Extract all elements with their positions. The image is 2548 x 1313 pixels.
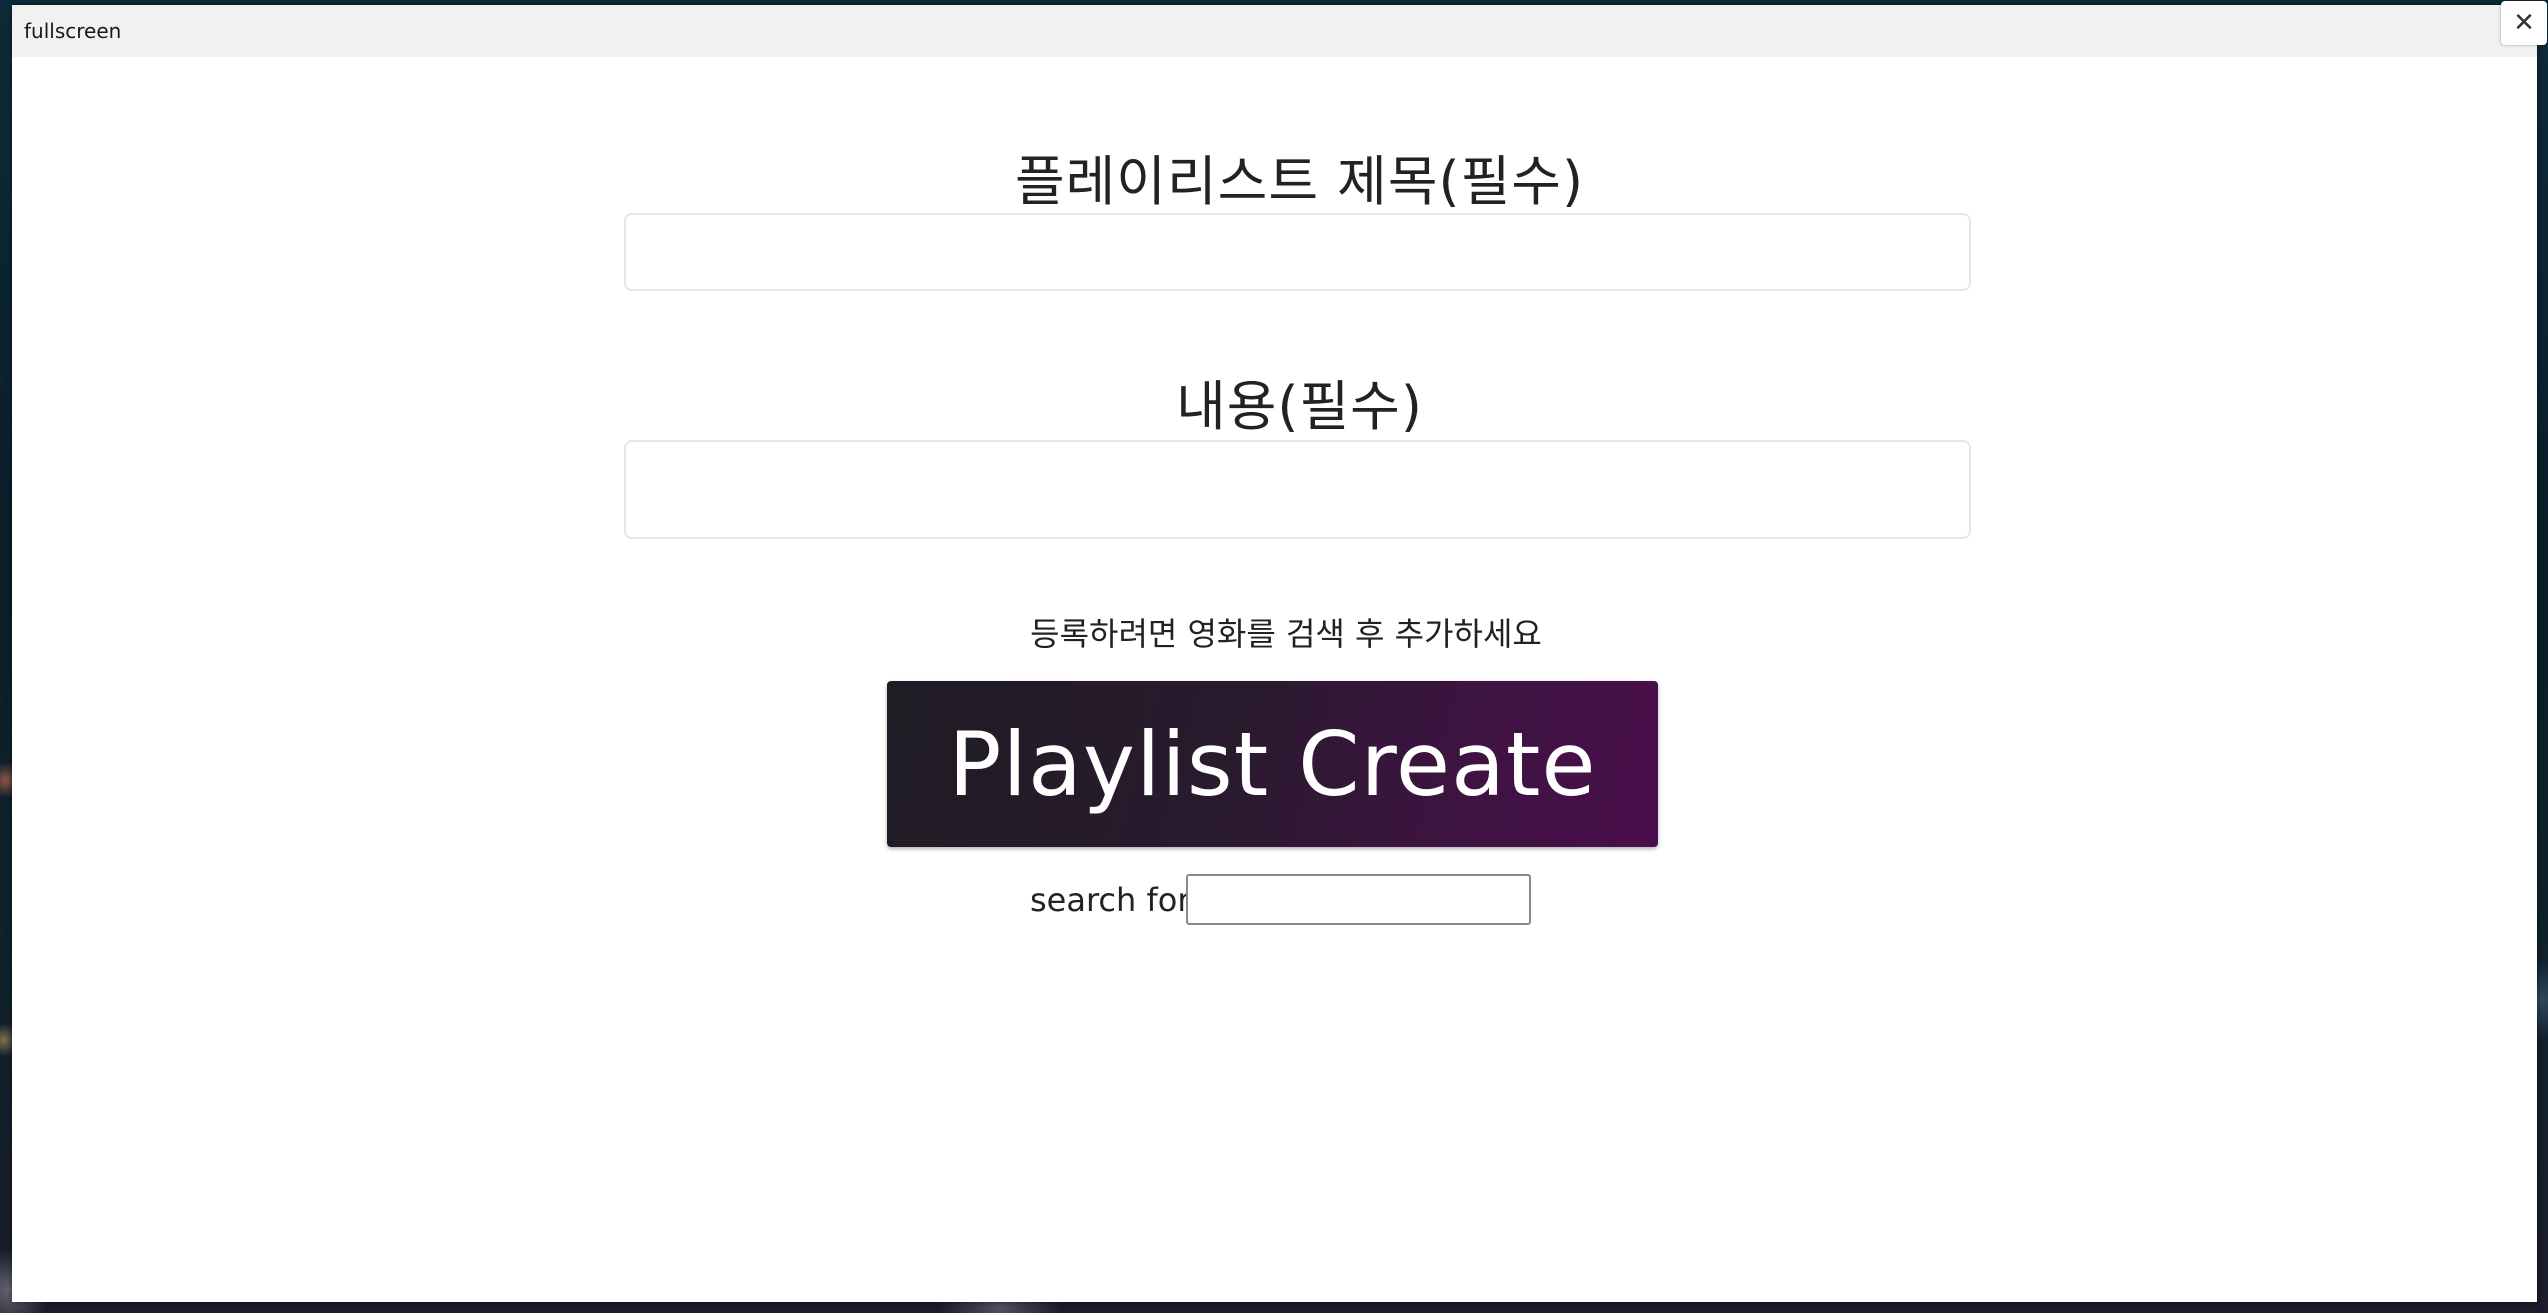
add-movie-hint: 등록하려면 영화를 검색 후 추가하세요 xyxy=(1030,615,1542,653)
window-titlebar: fullscreen xyxy=(12,5,2537,57)
playlist-title-input[interactable] xyxy=(624,213,1971,291)
playlist-title-label: 플레이리스트 제목(필수) xyxy=(1014,150,1585,213)
search-label: search for xyxy=(1030,881,1191,919)
playlist-create-label[interactable]: Playlist Create xyxy=(887,681,1658,847)
close-button[interactable]: ✕ xyxy=(2501,1,2547,45)
movie-search-input[interactable] xyxy=(1186,874,1531,925)
playlist-form: 플레이리스트 제목(필수) 내용(필수) 등록하려면 영화를 검색 후 추가하세… xyxy=(12,57,2537,1302)
playlist-create-button[interactable]: Playlist Create xyxy=(887,681,1658,847)
popup-window: fullscreen ✕ 플레이리스트 제목(필수) 내용(필수) 등록하려면 … xyxy=(12,1,2547,1302)
playlist-content-input[interactable] xyxy=(624,440,1971,539)
playlist-content-label: 내용(필수) xyxy=(1176,375,1423,438)
close-icon[interactable]: ✕ xyxy=(2501,1,2547,45)
window-title: fullscreen xyxy=(24,19,122,43)
